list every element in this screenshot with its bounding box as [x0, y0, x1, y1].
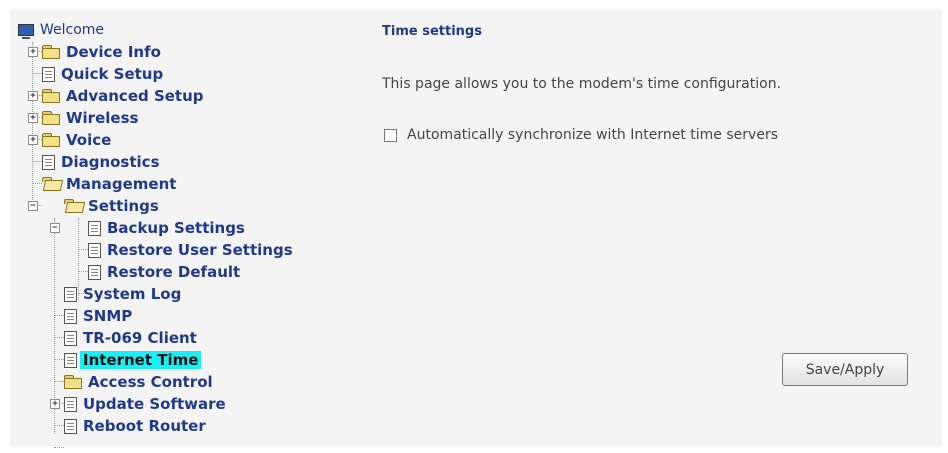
tree-item-welcome[interactable]: Welcome — [18, 20, 107, 40]
tree-connector — [32, 183, 42, 184]
folder-icon — [64, 375, 82, 389]
tree-connector — [54, 381, 64, 382]
tree-item-label: System Log — [83, 285, 182, 303]
tree-item-advanced-setup[interactable]: Advanced Setup — [42, 86, 207, 106]
tree-item-backup-settings[interactable]: Backup Settings — [88, 218, 248, 238]
tree-connector — [78, 271, 88, 272]
auto-sync-label[interactable]: Automatically synchronize with Internet … — [407, 127, 778, 143]
tree-connector — [32, 73, 42, 74]
tree-connector — [54, 337, 64, 338]
page-icon — [64, 330, 77, 346]
tree-item-label: Restore User Settings — [107, 241, 293, 259]
page-icon — [64, 418, 77, 434]
tree-item-internet-time[interactable]: Internet Time — [64, 350, 202, 370]
tree-item-system-log[interactable]: System Log — [64, 284, 184, 304]
tree-item-wireless[interactable]: Wireless — [42, 108, 141, 128]
tree-item-label: Quick Setup — [61, 65, 164, 83]
page-title: Time settings — [382, 24, 482, 39]
expand-toggle-wireless[interactable]: + — [28, 113, 38, 123]
tree-item-device-info[interactable]: Device Info — [42, 42, 164, 62]
folder-icon — [42, 89, 60, 103]
tree-item-management[interactable]: Management — [42, 174, 179, 194]
tree-item-voice[interactable]: Voice — [42, 130, 114, 150]
collapse-toggle-settings[interactable]: − — [50, 223, 60, 233]
auto-sync-checkbox[interactable] — [384, 128, 397, 142]
page-icon — [88, 264, 101, 280]
tree-item-label: Update Software — [83, 395, 226, 413]
tree-connector — [54, 315, 64, 316]
folder-open-icon — [42, 177, 60, 191]
page-icon — [64, 308, 77, 324]
tree-item-label: Welcome — [40, 22, 105, 38]
tree-item-label: SNMP — [83, 307, 133, 325]
folder-icon — [42, 133, 60, 147]
page-icon — [64, 286, 77, 302]
expand-toggle-device-info[interactable]: + — [28, 47, 38, 57]
collapse-toggle-management[interactable]: − — [28, 201, 38, 211]
tree-item-label: Wireless — [66, 109, 139, 127]
page-icon — [42, 66, 55, 82]
tree-connector — [32, 161, 42, 162]
auto-sync-row: Automatically synchronize with Internet … — [384, 127, 778, 143]
tree-item-label: Device Info — [66, 43, 161, 61]
nav-tree: + + + + − − + Welcome Device Info Quick … — [18, 20, 358, 448]
tree-item-diagnostics[interactable]: Diagnostics — [42, 152, 163, 172]
page-icon — [42, 154, 55, 170]
tree-item-label: TR-069 Client — [83, 329, 197, 347]
tree-item-label: Voice — [66, 131, 112, 149]
tree-item-restore-default[interactable]: Restore Default — [88, 262, 243, 282]
expand-toggle-access-control[interactable]: + — [50, 399, 60, 409]
tree-connector — [78, 249, 88, 250]
expand-toggle-voice[interactable]: + — [28, 135, 38, 145]
tree-connector — [54, 425, 64, 426]
page-description: This page allows you to the modem's time… — [382, 76, 782, 92]
folder-open-icon — [64, 199, 82, 213]
folder-icon — [42, 45, 60, 59]
tree-item-tr069-client[interactable]: TR-069 Client — [64, 328, 200, 348]
tree-item-label: Advanced Setup — [66, 87, 204, 105]
page-icon — [64, 396, 77, 412]
tree-item-label: Management — [66, 175, 177, 193]
tree-item-label: Diagnostics — [61, 153, 160, 171]
page-icon — [88, 220, 101, 236]
tree-item-snmp[interactable]: SNMP — [64, 306, 135, 326]
tree-item-restore-user-settings[interactable]: Restore User Settings — [88, 240, 296, 260]
page-icon — [64, 352, 77, 368]
expand-toggle-advanced-setup[interactable]: + — [28, 91, 38, 101]
tree-connector — [54, 359, 64, 360]
tree-item-settings[interactable]: Settings — [64, 196, 162, 216]
monitor-icon — [18, 24, 34, 39]
tree-item-label: Reboot Router — [83, 417, 206, 435]
tree-item-label: Internet Time — [80, 351, 202, 369]
tree-item-quick-setup[interactable]: Quick Setup — [42, 64, 166, 84]
tree-item-label: Settings — [88, 197, 159, 215]
tree-item-access-control[interactable]: Access Control — [64, 372, 216, 392]
tree-item-label: Backup Settings — [107, 219, 245, 237]
save-apply-button[interactable]: Save/Apply — [782, 353, 908, 386]
tree-item-label: Access Control — [88, 373, 213, 391]
tree-item-reboot-router[interactable]: Reboot Router — [64, 416, 209, 436]
page-icon — [88, 242, 101, 258]
tree-item-label: Restore Default — [107, 263, 241, 281]
folder-icon — [42, 111, 60, 125]
tree-connector — [54, 447, 64, 448]
tree-item-update-software[interactable]: Update Software — [64, 394, 229, 414]
